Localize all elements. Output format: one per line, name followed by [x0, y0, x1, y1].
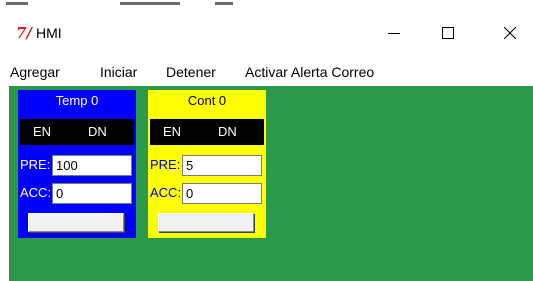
counter-status-row: EN DN	[150, 119, 264, 145]
timer-acc-input[interactable]	[52, 183, 132, 204]
timer-acc-label: ACC:	[20, 185, 52, 200]
title-bar[interactable]: 7/ HMI	[8, 14, 533, 52]
minimize-button[interactable]	[371, 14, 417, 52]
counter-pre-input[interactable]	[182, 155, 262, 176]
minimize-icon	[388, 33, 400, 34]
menu-bar: Agregar Iniciar Detener Activar Alerta C…	[8, 59, 533, 83]
timer-dn-indicator: DN	[88, 124, 107, 139]
counter-panel: Cont 0 EN DN PRE: ACC:	[148, 90, 266, 238]
maximize-button[interactable]	[425, 14, 471, 52]
timer-title: Temp 0	[55, 93, 99, 108]
menu-activar-alerta-correo[interactable]: Activar Alerta Correo	[245, 63, 374, 81]
counter-pre-label: PRE:	[150, 157, 181, 172]
timer-status-row: EN DN	[20, 119, 134, 145]
window-title: HMI	[36, 25, 62, 41]
counter-acc-input[interactable]	[182, 183, 262, 204]
counter-title: Cont 0	[187, 93, 227, 108]
close-button[interactable]	[487, 14, 533, 52]
timer-pre-input[interactable]	[52, 155, 132, 176]
counter-dn-indicator: DN	[218, 124, 237, 139]
hmi-window: 7/ HMI Agregar Iniciar Detener Activar A…	[8, 14, 533, 281]
counter-en-indicator: EN	[163, 124, 182, 139]
timer-acc-row: ACC:	[20, 181, 134, 205]
maximize-icon	[442, 27, 454, 39]
tk-feather-icon: 7/	[16, 24, 32, 42]
menu-agregar[interactable]: Agregar	[10, 63, 60, 81]
menu-iniciar[interactable]: Iniciar	[100, 63, 137, 81]
counter-acc-row: ACC:	[150, 181, 264, 205]
counter-pre-row: PRE:	[150, 153, 264, 177]
timer-pre-label: PRE:	[20, 157, 51, 172]
timer-en-indicator: EN	[33, 124, 52, 139]
timer-pre-row: PRE:	[20, 153, 134, 177]
counter-acc-label: ACC:	[150, 185, 182, 200]
top-strip	[0, 0, 533, 14]
timer-panel: Temp 0 EN DN PRE: ACC:	[18, 90, 136, 238]
menu-detener[interactable]: Detener	[166, 63, 216, 81]
counter-panel-button[interactable]	[158, 213, 254, 232]
hmi-canvas: Temp 0 EN DN PRE: ACC: Cont 0 EN DN	[9, 86, 533, 281]
close-icon	[504, 27, 516, 39]
timer-panel-button[interactable]	[28, 213, 124, 232]
